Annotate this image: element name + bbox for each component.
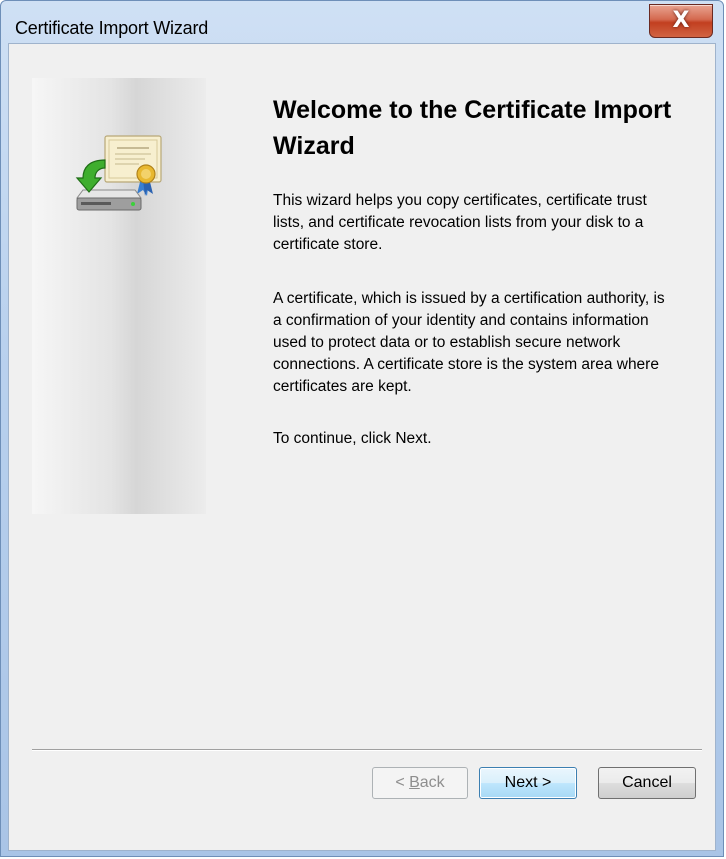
back-button-prefix: < [395, 774, 410, 791]
wizard-client-area: Welcome to the Certificate Import Wizard… [8, 43, 716, 851]
back-button-accelerator: B [409, 774, 420, 791]
back-button[interactable]: < Back [372, 767, 468, 799]
page-title: Welcome to the Certificate Import Wizard [273, 96, 672, 160]
intro-paragraph: This wizard helps you copy certificates,… [273, 192, 647, 253]
certificate-info-paragraph: A certificate, which is issued by a cert… [273, 290, 665, 395]
close-button[interactable]: X [649, 4, 713, 38]
next-button[interactable]: Next > [479, 767, 577, 799]
continue-instruction: To continue, click Next. [273, 430, 432, 447]
window-title: Certificate Import Wizard [15, 18, 209, 38]
cancel-button[interactable]: Cancel [598, 767, 696, 799]
certificate-import-icon [75, 135, 162, 211]
button-divider [32, 749, 702, 751]
wizard-window: Certificate Import Wizard X Welcome to t… [0, 0, 724, 857]
close-icon: X [672, 8, 690, 33]
back-button-rest: ack [419, 774, 445, 791]
wizard-side-panel [32, 78, 206, 514]
